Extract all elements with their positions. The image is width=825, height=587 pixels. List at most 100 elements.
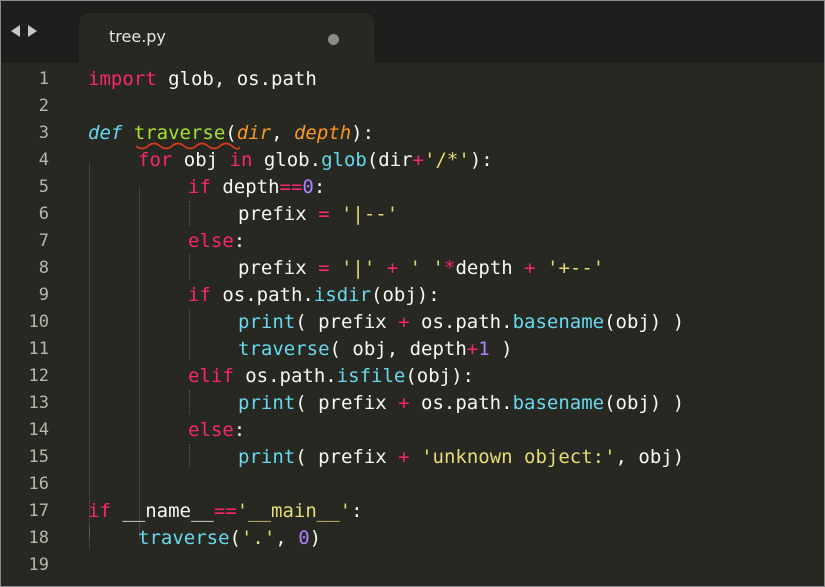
code-line: print( prefix + os.path.basename(obj) ) (238, 390, 684, 417)
code-area[interactable]: import glob, os.path def traverse(dir, d… (88, 63, 824, 586)
operator: = (318, 203, 330, 225)
line-number: 2 (38, 96, 49, 116)
keyword: in (229, 149, 253, 171)
parameter: depth (293, 122, 352, 144)
line-number: 17 (28, 501, 49, 521)
tab-tree-py[interactable]: tree.py (79, 13, 375, 63)
code-line: for obj in glob.glob(dir+'/*'): (138, 147, 493, 174)
line-number: 15 (28, 447, 49, 467)
keyword: if (188, 284, 211, 306)
code-text: ( obj, depth (329, 338, 467, 360)
code-text: glob, os.path (156, 68, 317, 90)
code-text: : (351, 500, 363, 522)
code-text: obj (172, 149, 230, 171)
code-text: ): (469, 149, 493, 171)
code-text: glob. (252, 149, 322, 171)
function-call: basename (512, 311, 605, 333)
code-text: os.path. (233, 365, 337, 387)
keyword: if (188, 176, 211, 198)
line-number: 10 (28, 312, 49, 332)
function-call: print (238, 392, 296, 414)
string-literal: '/*' (424, 149, 470, 171)
string-literal: '|' (340, 257, 376, 279)
previous-tab-arrow-icon[interactable] (11, 25, 20, 37)
line-number: 11 (28, 339, 49, 359)
code-line: print( prefix + 'unknown object:', obj) (238, 444, 684, 471)
line-number: 14 (28, 420, 49, 440)
line-number: 3 (38, 123, 49, 143)
string-literal: ' ' (409, 257, 444, 279)
code-text: , obj) (615, 446, 685, 468)
tab-title: tree.py (109, 27, 166, 46)
keyword: def (88, 122, 123, 144)
code-line: prefix = '|--' (238, 201, 398, 228)
line-number: 1 (38, 69, 49, 89)
code-line: traverse('.', 0) (138, 525, 321, 552)
number-literal: 0 (298, 527, 310, 549)
code-line: print( prefix + os.path.basename(obj) ) (238, 309, 684, 336)
line-number: 8 (38, 258, 49, 278)
operator: + (398, 311, 410, 333)
line-number-gutter: 1 2 3 4 5 6 7 8 9 10 11 12 13 14 15 16 1… (1, 63, 61, 586)
code-text: os.path. (210, 284, 314, 306)
code-text: depth (455, 257, 525, 279)
code-line: import glob, os.path (88, 66, 317, 93)
string-literal: '+--' (547, 257, 605, 279)
keyword: else (188, 230, 234, 252)
operator: + (412, 149, 425, 171)
operator: == (213, 500, 237, 522)
operator: + (524, 257, 536, 279)
code-line: traverse( obj, depth+1 ) (238, 336, 513, 363)
keyword: import (88, 68, 157, 90)
operator: + (398, 392, 410, 414)
code-line: if os.path.isdir(obj): (188, 282, 440, 309)
code-text: , (275, 527, 299, 549)
code-text: : (233, 230, 246, 252)
code-line: prefix = '|' + ' '*depth + '+--' (238, 255, 604, 282)
code-text: depth (210, 176, 280, 198)
code-text: ) (489, 338, 513, 360)
line-number: 6 (38, 204, 49, 224)
keyword: if (88, 500, 111, 522)
function-call: traverse (238, 338, 330, 360)
function-call: traverse (138, 527, 230, 549)
operator: == (279, 176, 303, 198)
operator: = (318, 257, 330, 279)
code-text: (obj): (371, 284, 440, 306)
string-literal: 'unknown object:' (421, 446, 616, 468)
code-line: else: (188, 228, 245, 255)
string-literal: '__main__' (236, 500, 352, 522)
function-name: traverse (133, 122, 226, 144)
line-number: 13 (28, 393, 49, 413)
number-literal: 1 (478, 338, 490, 360)
unsaved-indicator-dot-icon[interactable] (328, 34, 339, 45)
code-text: ( prefix (295, 392, 399, 414)
number-literal: 0 (302, 176, 314, 198)
code-text: ) (309, 527, 322, 549)
code-editor[interactable]: 1 2 3 4 5 6 7 8 9 10 11 12 13 14 15 16 1… (1, 63, 824, 586)
tab-navigation (11, 21, 37, 41)
code-text: ( (225, 122, 237, 144)
code-text: prefix (238, 257, 319, 279)
line-number: 9 (38, 285, 49, 305)
code-text: (dir (366, 149, 413, 171)
code-text: ): (351, 122, 375, 144)
code-text: __name__ (110, 500, 214, 522)
editor-window: tree.py 1 2 3 4 5 6 7 8 9 10 11 12 13 14… (0, 0, 825, 587)
code-text: (obj) ) (604, 311, 685, 333)
keyword: else (188, 419, 234, 441)
parameter: dir (236, 122, 272, 144)
line-number: 4 (38, 150, 49, 170)
line-number: 7 (38, 231, 49, 251)
operator: + (386, 257, 399, 279)
code-text: , (271, 122, 294, 144)
next-tab-arrow-icon[interactable] (28, 25, 37, 37)
string-literal: '.' (240, 527, 276, 549)
code-text: ( prefix (295, 446, 399, 468)
code-text: ( (229, 527, 241, 549)
code-text: (obj): (405, 365, 474, 387)
